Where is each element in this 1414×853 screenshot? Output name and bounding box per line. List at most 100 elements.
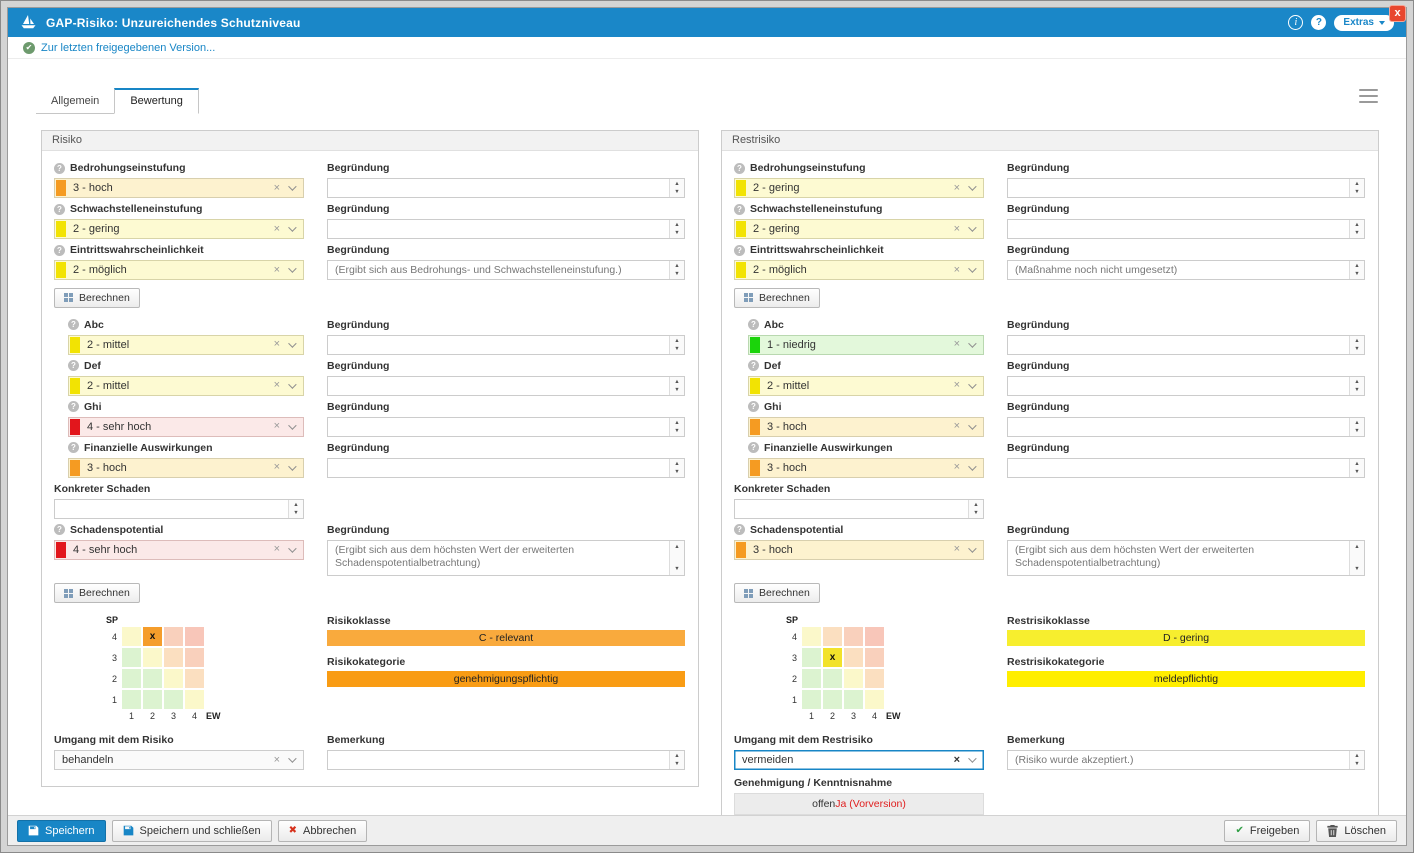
chevron-down-icon[interactable] [968,264,976,272]
help-icon[interactable]: ? [1311,15,1326,30]
help-icon[interactable] [68,319,79,330]
begruendung-input[interactable] [327,458,685,478]
help-icon[interactable] [68,442,79,453]
freigeben-button[interactable]: Freigeben [1224,820,1310,842]
begruendung-input[interactable]: (Maßnahme noch nicht umgesetzt) [1007,260,1365,280]
clear-icon[interactable] [274,339,280,350]
help-icon[interactable] [748,442,759,453]
extras-button[interactable]: Extras [1334,15,1394,31]
spinner-down-icon[interactable] [674,387,679,393]
clear-icon[interactable] [954,755,960,766]
spinner-down-icon[interactable] [1354,761,1359,767]
help-icon[interactable] [734,245,745,256]
spinner-down-icon[interactable] [1354,346,1359,352]
clear-icon[interactable] [954,380,960,391]
clear-icon[interactable] [274,265,280,276]
rating-select[interactable]: 2 - gering [734,178,984,198]
rating-select[interactable]: 4 - sehr hoch [68,417,304,437]
info-icon[interactable]: i [1288,15,1303,30]
help-icon[interactable] [54,245,65,256]
tab-bewertung[interactable]: Bewertung [114,88,199,114]
konkreter-schaden-input[interactable] [54,499,304,519]
begruendung-input[interactable] [1007,335,1365,355]
chevron-down-icon[interactable] [288,462,296,470]
spinner-up-icon[interactable] [1354,379,1359,385]
spinner-down-icon[interactable] [1354,189,1359,195]
rating-select[interactable]: 2 - gering [54,219,304,239]
spinner[interactable] [1349,220,1364,238]
spinner[interactable] [669,418,684,436]
konkreter-schaden-input[interactable] [734,499,984,519]
rating-select[interactable]: 2 - gering [734,219,984,239]
clear-icon[interactable] [274,544,280,555]
chevron-down-icon[interactable] [968,223,976,231]
bemerkung-input[interactable] [327,750,685,770]
spinner-down-icon[interactable] [674,761,679,767]
spinner-down-icon[interactable] [1354,230,1359,236]
spinner[interactable] [669,541,684,575]
begruendung-input[interactable] [1007,178,1365,198]
berechnen-button[interactable]: Berechnen [734,288,820,308]
spinner-up-icon[interactable] [674,263,679,269]
spinner-up-icon[interactable] [973,502,978,508]
chevron-down-icon[interactable] [288,223,296,231]
begruendung-input[interactable] [327,376,685,396]
spinner-down-icon[interactable] [1354,469,1359,475]
begruendung-input[interactable] [327,417,685,437]
help-icon[interactable] [748,319,759,330]
spinner-down-icon[interactable] [1354,428,1359,434]
spinner[interactable] [1349,459,1364,477]
help-icon[interactable] [54,163,65,174]
chevron-down-icon[interactable] [968,182,976,190]
spinner-up-icon[interactable] [1354,222,1359,228]
umgang-select[interactable]: behandeln [54,750,304,770]
help-icon[interactable] [54,204,65,215]
chevron-down-icon[interactable] [968,339,976,347]
berechnen-button[interactable]: Berechnen [54,583,140,603]
chevron-down-icon[interactable] [968,544,976,552]
rating-select[interactable]: 2 - mittel [748,376,984,396]
chevron-down-icon[interactable] [288,421,296,429]
chevron-down-icon[interactable] [288,544,296,552]
spinner-down-icon[interactable] [1354,566,1359,572]
chevron-down-icon[interactable] [968,754,976,762]
spinner-down-icon[interactable] [674,189,679,195]
help-icon[interactable] [54,524,65,535]
spinner-down-icon[interactable] [1354,387,1359,393]
clear-icon[interactable] [274,755,280,766]
help-icon[interactable] [748,401,759,412]
speichern-button[interactable]: Speichern [17,820,106,842]
spinner-down-icon[interactable] [674,271,679,277]
rating-select[interactable]: 3 - hoch [748,417,984,437]
spinner-up-icon[interactable] [674,420,679,426]
spinner-down-icon[interactable] [674,469,679,475]
spinner-up-icon[interactable] [1354,338,1359,344]
clear-icon[interactable] [954,462,960,473]
spinner-up-icon[interactable] [674,181,679,187]
spinner[interactable] [1349,541,1364,575]
speichern-und-schliessen-button[interactable]: Speichern und schließen [112,820,272,842]
spinner[interactable] [1349,377,1364,395]
rating-select[interactable]: 2 - möglich [734,260,984,280]
spinner[interactable] [1349,179,1364,197]
spinner[interactable] [669,220,684,238]
spinner-up-icon[interactable] [1354,181,1359,187]
help-icon[interactable] [68,401,79,412]
clear-icon[interactable] [954,544,960,555]
berechnen-button[interactable]: Berechnen [734,583,820,603]
spinner[interactable] [669,179,684,197]
begruendung-input[interactable] [1007,219,1365,239]
spinner-down-icon[interactable] [674,230,679,236]
spinner[interactable] [1349,418,1364,436]
begruendung-input[interactable] [1007,376,1365,396]
chevron-down-icon[interactable] [288,380,296,388]
rating-select[interactable]: 3 - hoch [54,178,304,198]
tab-allgemein[interactable]: Allgemein [36,89,114,114]
spinner[interactable] [669,377,684,395]
help-icon[interactable] [734,524,745,535]
spinner-up-icon[interactable] [293,502,298,508]
rating-select[interactable]: 3 - hoch [748,458,984,478]
chevron-down-icon[interactable] [288,754,296,762]
spinner-up-icon[interactable] [674,544,679,550]
begruendung-input[interactable]: (Ergibt sich aus Bedrohungs- und Schwach… [327,260,685,280]
